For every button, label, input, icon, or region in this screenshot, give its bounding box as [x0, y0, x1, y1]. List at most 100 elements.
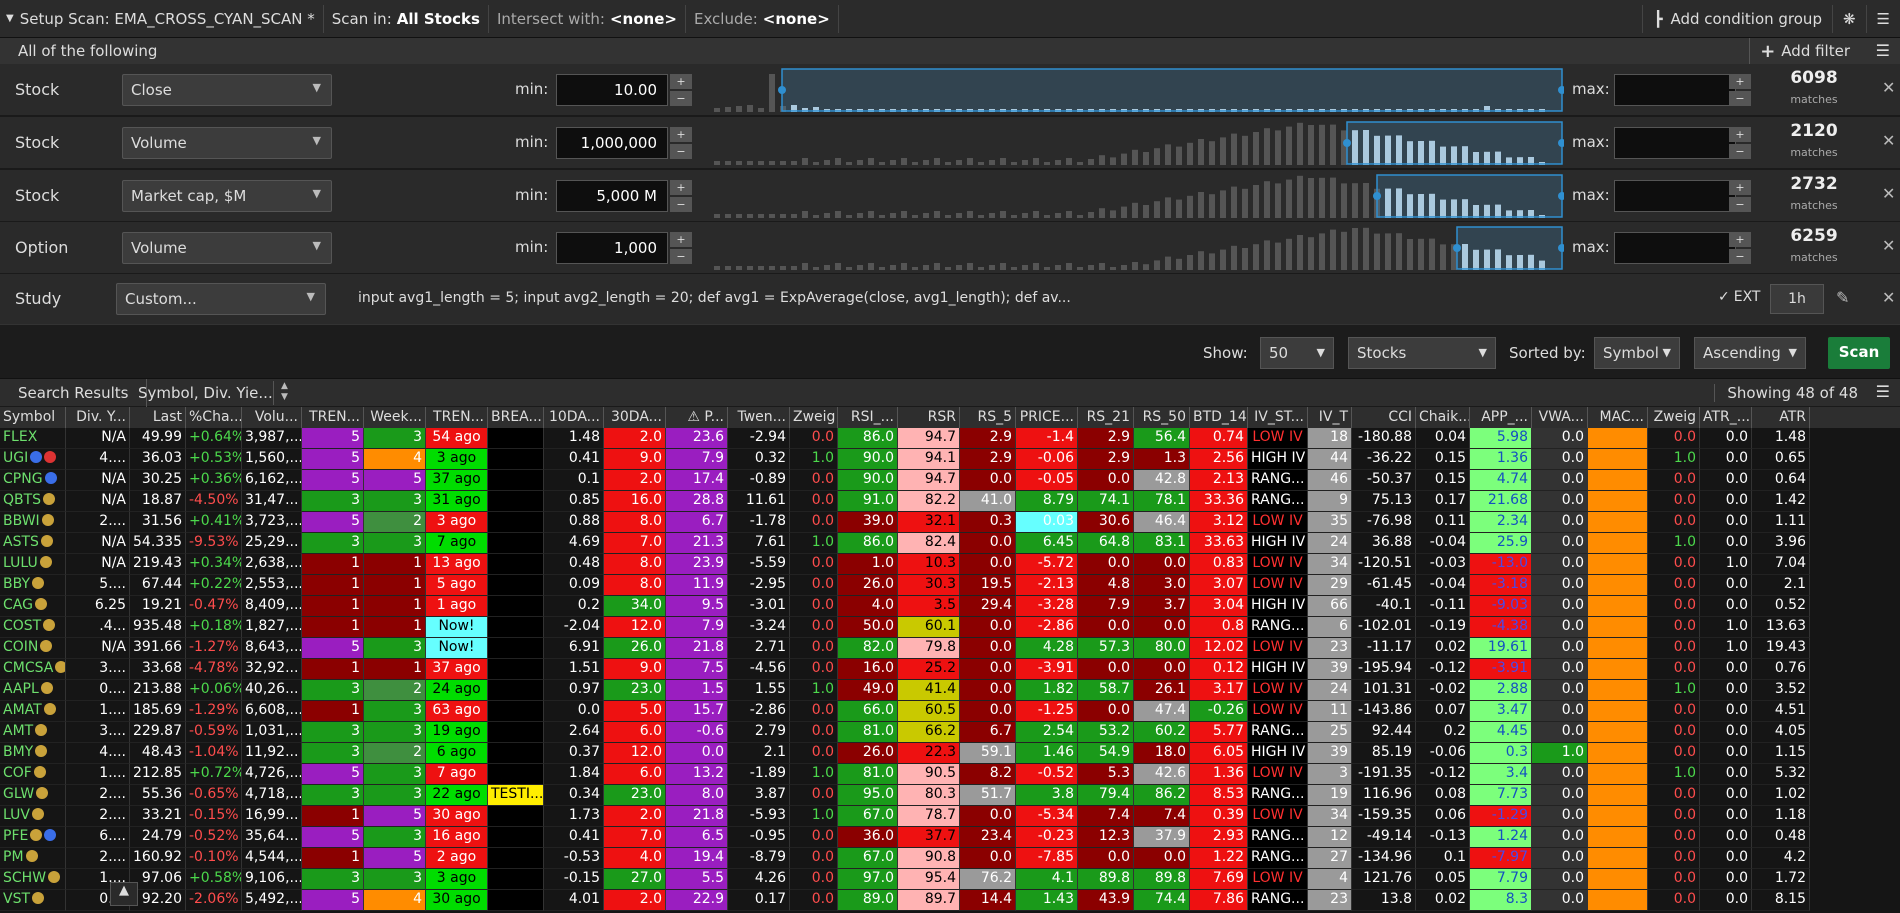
column-header[interactable]: Zweig: [790, 407, 838, 428]
scan-button[interactable]: Scan: [1828, 337, 1890, 369]
plus-icon[interactable]: +: [1729, 180, 1751, 195]
table-row[interactable]: AMT 3.... 229.87 -0.59% 1,031,... 3 3 19 ago 2.6…: [0, 722, 1900, 743]
table-row[interactable]: CMCSA 3.... 33.68 -4.78% 32,92... 1 1 37 ago 1.5…: [0, 659, 1900, 680]
max-input[interactable]: [1614, 74, 1736, 106]
pencil-icon[interactable]: ✎: [1836, 288, 1849, 307]
filter-field-select[interactable]: Volume ▼: [122, 127, 332, 159]
plus-icon[interactable]: +: [1729, 232, 1751, 247]
close-icon[interactable]: ✕: [1882, 131, 1895, 150]
column-header[interactable]: Volu...: [242, 407, 302, 428]
table-row[interactable]: FLEX N/A 49.99 +0.64% 3,987,... 5 3 54 ago 1.48 2…: [0, 428, 1900, 449]
plus-icon[interactable]: +: [670, 74, 692, 89]
filter-field-select[interactable]: Close ▼: [122, 74, 332, 106]
histogram[interactable]: [712, 226, 1564, 270]
column-header[interactable]: IV_T: [1308, 407, 1352, 428]
range-selection[interactable]: [1456, 226, 1563, 270]
histogram[interactable]: [712, 121, 1564, 165]
column-header[interactable]: 10DA...: [544, 407, 604, 428]
minus-icon[interactable]: −: [1729, 144, 1751, 159]
hot-icon[interactable]: ❋: [1831, 5, 1866, 33]
min-input[interactable]: 10.00: [556, 74, 668, 106]
max-input[interactable]: [1614, 127, 1736, 159]
column-header[interactable]: RSI_...: [838, 407, 898, 428]
exclude-selector[interactable]: Exclude: <none>: [686, 4, 839, 33]
table-row[interactable]: COIN N/A 391.66 -1.27% 8,643,... 5 3 Now! 6.91 26…: [0, 638, 1900, 659]
add-filter-button[interactable]: + Add filter: [1749, 38, 1860, 64]
table-row[interactable]: BBWI 2.... 31.56 +0.41% 3,723,... 5 2 3 ago 0.88…: [0, 512, 1900, 533]
table-row[interactable]: QBTS N/A 18.87 -4.50% 31,47... 3 3 31 ago 0.85 16…: [0, 491, 1900, 512]
min-input[interactable]: 5,000 M: [556, 180, 668, 212]
column-header[interactable]: TREN...: [302, 407, 364, 428]
table-row[interactable]: COF 1.... 212.85 +0.72% 4,726,... 5 3 7 ago 1.84…: [0, 764, 1900, 785]
table-row[interactable]: PFE 6.... 24.79 -0.52% 35,64... 5 3 16 ago 0.41 7…: [0, 827, 1900, 848]
sort-columns-selector[interactable]: Symbol, Div. Yie...: [138, 379, 273, 407]
close-icon[interactable]: ✕: [1882, 78, 1895, 97]
max-stepper[interactable]: + −: [1729, 180, 1751, 212]
histogram[interactable]: [712, 174, 1564, 218]
minus-icon[interactable]: −: [670, 249, 692, 264]
column-header[interactable]: RSR: [898, 407, 960, 428]
column-header[interactable]: PRICE...: [1016, 407, 1078, 428]
filter-field-select[interactable]: Market cap, $M ▼: [122, 180, 332, 212]
column-header[interactable]: Week...: [364, 407, 426, 428]
column-header[interactable]: BTD_14: [1190, 407, 1248, 428]
table-row[interactable]: ASTS N/A 54.335 -9.53% 25,29... 3 3 7 ago 4.69 7.…: [0, 533, 1900, 554]
table-row[interactable]: AMAT 1.... 185.69 -1.29% 6,608,... 1 3 63 ago 0.…: [0, 701, 1900, 722]
max-stepper[interactable]: + −: [1729, 232, 1751, 264]
table-row[interactable]: VST0....92.20-2.06%5,492,...5430 ago4.01…: [0, 890, 1900, 911]
show-count-select[interactable]: 50 ▼: [1260, 337, 1334, 369]
column-header[interactable]: MAC...: [1588, 407, 1648, 428]
plus-icon[interactable]: +: [670, 180, 692, 195]
table-row[interactable]: SCHW 1.... 97.06 +0.58% 9,106,... 3 3 3 ago -0.1…: [0, 869, 1900, 890]
range-handle[interactable]: [1343, 139, 1351, 147]
table-row[interactable]: PM 2.... 160.92 -0.10% 4,544,... 1 5 2 ago -0.53…: [0, 848, 1900, 869]
tab-search-results[interactable]: Search Results: [0, 379, 148, 407]
column-stepper[interactable]: ▲ ▼: [273, 381, 295, 405]
column-header[interactable]: RS_21: [1078, 407, 1134, 428]
column-header[interactable]: IV_ST...: [1248, 407, 1308, 428]
minus-icon[interactable]: −: [1729, 197, 1751, 212]
range-handle[interactable]: [1453, 244, 1461, 252]
minus-icon[interactable]: −: [670, 91, 692, 106]
column-header[interactable]: %Cha...: [186, 407, 242, 428]
timeframe-select[interactable]: 1h: [1770, 284, 1824, 314]
column-header[interactable]: TREN...: [426, 407, 488, 428]
column-header[interactable]: Chaik...: [1416, 407, 1470, 428]
plus-icon[interactable]: +: [670, 127, 692, 142]
table-row[interactable]: CAG 6.25 19.21 -0.47% 8,409,... 1 1 1 ago 0.2 34.…: [0, 596, 1900, 617]
column-header[interactable]: ⚠ P...: [666, 407, 728, 428]
column-header[interactable]: 30DA...: [604, 407, 666, 428]
minus-icon[interactable]: −: [1729, 249, 1751, 264]
min-stepper[interactable]: + −: [670, 232, 692, 264]
minus-icon[interactable]: −: [670, 197, 692, 212]
plus-icon[interactable]: +: [1729, 127, 1751, 142]
menu-icon[interactable]: ☰: [1876, 382, 1890, 401]
sort-order-select[interactable]: Ascending ▼: [1694, 337, 1806, 369]
filter-field-select[interactable]: Volume ▼: [122, 232, 332, 264]
range-handle[interactable]: [778, 86, 786, 94]
column-header[interactable]: Symbol: [0, 407, 66, 428]
scan-in-selector[interactable]: Scan in: All Stocks: [324, 4, 489, 33]
range-selection[interactable]: [1376, 174, 1563, 218]
max-input[interactable]: [1614, 232, 1736, 264]
min-stepper[interactable]: + −: [670, 74, 692, 106]
minus-icon[interactable]: −: [1729, 91, 1751, 106]
plus-icon[interactable]: +: [670, 232, 692, 247]
column-header[interactable]: Twen...: [728, 407, 790, 428]
table-row[interactable]: UGI 4.... 36.03 +0.53% 1,560,... 5 4 3 ago 0.41 9…: [0, 449, 1900, 470]
min-input[interactable]: 1,000: [556, 232, 668, 264]
table-row[interactable]: GLW 2.... 55.36 -0.65% 4,718,... 3 3 22 ago TEST…: [0, 785, 1900, 806]
column-header[interactable]: CCI: [1352, 407, 1416, 428]
min-stepper[interactable]: + −: [670, 127, 692, 159]
study-code[interactable]: input avg1_length = 5; input avg2_length…: [358, 290, 1071, 306]
menu-icon[interactable]: ☰: [1865, 5, 1900, 33]
table-row[interactable]: AAPL 0.... 213.88 +0.06% 40,26... 3 2 24 ago 0.9…: [0, 680, 1900, 701]
column-header[interactable]: ATR_...: [1700, 407, 1752, 428]
max-stepper[interactable]: + −: [1729, 74, 1751, 106]
column-header[interactable]: RS_50: [1134, 407, 1190, 428]
table-row[interactable]: LUV 2.... 33.21 -0.15% 16,99... 1 5 30 ago 1.73 2…: [0, 806, 1900, 827]
table-row[interactable]: LULU N/A 219.43 +0.34% 2,638,... 1 1 13 ago 0.48…: [0, 554, 1900, 575]
close-icon[interactable]: ✕: [1882, 288, 1895, 307]
range-selection[interactable]: [781, 68, 1563, 112]
min-input[interactable]: 1,000,000: [556, 127, 668, 159]
